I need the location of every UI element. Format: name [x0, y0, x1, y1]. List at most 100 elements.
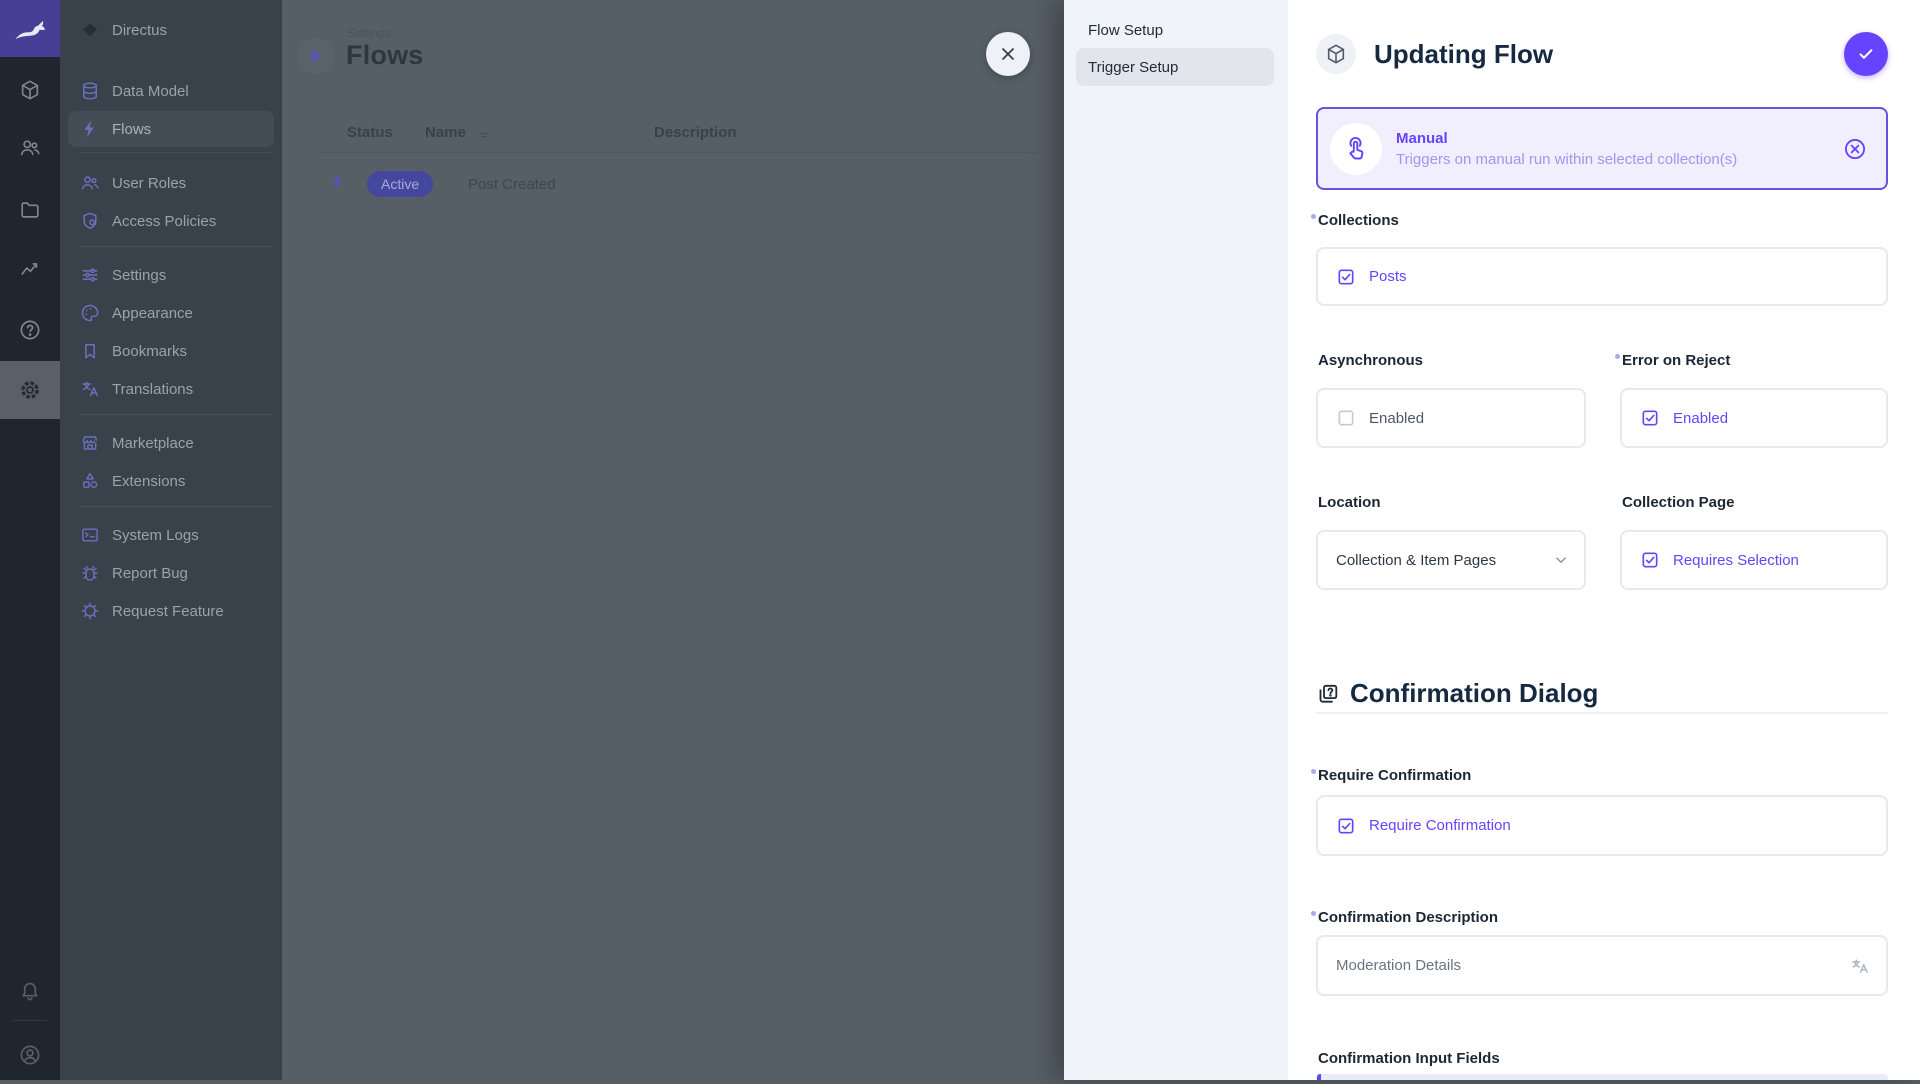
checkbox-unchecked-icon[interactable]: [1336, 408, 1356, 428]
asynchronous-field[interactable]: Enabled: [1316, 388, 1586, 448]
module-files[interactable]: [0, 181, 60, 239]
section-header-confirmation-dialog: Confirmation Dialog: [1316, 678, 1598, 709]
status-badge[interactable]: Active: [367, 171, 433, 197]
module-users[interactable]: [0, 119, 60, 177]
sidebar-item-translations[interactable]: Translations: [68, 371, 274, 407]
cube-icon: [1316, 34, 1356, 74]
collections-option-posts[interactable]: Posts: [1369, 268, 1407, 285]
user-roles-icon: [80, 173, 100, 193]
require-confirmation-field[interactable]: Require Confirmation: [1316, 795, 1888, 856]
sort-icon[interactable]: [478, 129, 490, 141]
collection-page-field[interactable]: Requires Selection: [1620, 530, 1888, 590]
flows-title-icon-circle: [298, 38, 334, 74]
bolt-icon: [305, 45, 327, 67]
error-on-reject-option-enabled[interactable]: Enabled: [1673, 410, 1728, 427]
sidebar-item-user-roles[interactable]: User Roles: [68, 165, 274, 201]
sidebar-item-bookmarks[interactable]: Bookmarks: [68, 333, 274, 369]
help-icon: [18, 318, 42, 342]
tune-icon: [80, 265, 100, 285]
collections-field[interactable]: Posts: [1316, 247, 1888, 306]
chevron-down-icon: [1552, 551, 1570, 569]
confirmation-description-value: Moderation Details: [1336, 957, 1837, 974]
sidebar-item-access-policies[interactable]: Access Policies: [68, 203, 274, 239]
cancel-circle-icon[interactable]: [1842, 136, 1868, 162]
asynchronous-option-enabled[interactable]: Enabled: [1369, 410, 1424, 427]
user-menu-button[interactable]: [0, 1026, 60, 1084]
error-on-reject-field[interactable]: Enabled: [1620, 388, 1888, 448]
bell-icon: [19, 979, 41, 1001]
notifications-button[interactable]: [0, 961, 60, 1019]
drawer-header: Updating Flow: [1316, 32, 1888, 76]
module-settings[interactable]: [0, 361, 60, 419]
required-dot: [1311, 769, 1316, 774]
sidebar-item-extensions[interactable]: Extensions: [68, 463, 274, 499]
extensions-icon: [80, 471, 100, 491]
directus-logo[interactable]: [0, 0, 60, 57]
confirmation-input-fields-list[interactable]: [1316, 1074, 1888, 1080]
drawer-nav-flow-setup[interactable]: Flow Setup: [1076, 11, 1274, 49]
sidebar-item-request-feature[interactable]: Request Feature: [68, 593, 274, 629]
storefront-icon: [80, 433, 100, 453]
section-title: Confirmation Dialog: [1350, 678, 1598, 709]
sidebar-item-label: Extensions: [112, 473, 185, 490]
column-header-name[interactable]: Name: [425, 124, 466, 141]
module-bar: [0, 0, 60, 1080]
main-content: Settings Flows Status Name Description A…: [282, 0, 1064, 1080]
terminal-icon: [80, 525, 100, 545]
close-drawer-button[interactable]: [986, 32, 1030, 76]
required-dot: [1615, 354, 1620, 359]
avatar-icon: [18, 1043, 42, 1067]
sidebar-item-system-logs[interactable]: System Logs: [68, 517, 274, 553]
trigger-card-manual[interactable]: Manual Triggers on manual run within sel…: [1316, 107, 1888, 190]
translate-icon: [80, 379, 100, 399]
trigger-card-title: Manual: [1396, 130, 1842, 147]
sidebar-divider: [80, 414, 274, 415]
sidebar-item-label: Translations: [112, 381, 193, 398]
collection-page-option[interactable]: Requires Selection: [1673, 552, 1799, 569]
sidebar-item-label: Access Policies: [112, 213, 216, 230]
location-selected-value: Collection & Item Pages: [1336, 552, 1539, 569]
save-button[interactable]: [1844, 32, 1888, 76]
drawer-title: Updating Flow: [1374, 39, 1553, 70]
project-header[interactable]: Directus: [60, 8, 282, 52]
require-confirmation-option[interactable]: Require Confirmation: [1369, 817, 1511, 834]
drawer-content: Updating Flow Manual Triggers on manual …: [1288, 0, 1920, 1080]
quiz-icon: [1316, 682, 1340, 706]
confirmation-description-input[interactable]: Moderation Details: [1316, 935, 1888, 996]
module-content[interactable]: [0, 61, 60, 119]
sidebar-item-appearance[interactable]: Appearance: [68, 295, 274, 331]
sidebar-item-data-model[interactable]: Data Model: [68, 73, 274, 109]
sidebar-item-label: Flows: [112, 121, 151, 138]
sidebar-item-flows[interactable]: Flows: [68, 111, 274, 147]
column-header-status[interactable]: Status: [347, 124, 393, 141]
module-help[interactable]: [0, 301, 60, 359]
checkbox-checked-icon[interactable]: [1336, 816, 1356, 836]
directus-rabbit-icon: [13, 16, 47, 42]
translate-icon[interactable]: [1850, 956, 1870, 976]
drawer-nav: Flow Setup Trigger Setup: [1064, 0, 1288, 1080]
checkbox-checked-icon[interactable]: [1640, 550, 1660, 570]
checkbox-checked-icon[interactable]: [1336, 267, 1356, 287]
location-select[interactable]: Collection & Item Pages: [1316, 530, 1586, 590]
sidebar-divider: [80, 152, 274, 153]
column-header-description[interactable]: Description: [654, 124, 737, 141]
diamond-icon: [80, 20, 100, 40]
table-row-name[interactable]: Post Created: [468, 176, 556, 193]
required-dot: [1311, 214, 1316, 219]
sidebar-item-label: User Roles: [112, 175, 186, 192]
table-row-divider: [316, 211, 1040, 212]
sidebar-item-label: Request Feature: [112, 603, 224, 620]
checkbox-checked-icon[interactable]: [1640, 408, 1660, 428]
users-icon: [19, 137, 41, 159]
module-insights[interactable]: [0, 240, 60, 298]
drawer-nav-trigger-setup[interactable]: Trigger Setup: [1076, 48, 1274, 86]
breadcrumb[interactable]: Settings: [347, 26, 390, 40]
chart-icon: [19, 258, 41, 280]
sidebar-item-marketplace[interactable]: Marketplace: [68, 425, 274, 461]
list-item-accent-nub: [1317, 1074, 1321, 1080]
field-label-confirmation-description: Confirmation Description: [1318, 909, 1498, 926]
page-title: Flows: [346, 40, 424, 71]
gear-icon: [18, 378, 42, 402]
sidebar-item-settings[interactable]: Settings: [68, 257, 274, 293]
sidebar-item-report-bug[interactable]: Report Bug: [68, 555, 274, 591]
